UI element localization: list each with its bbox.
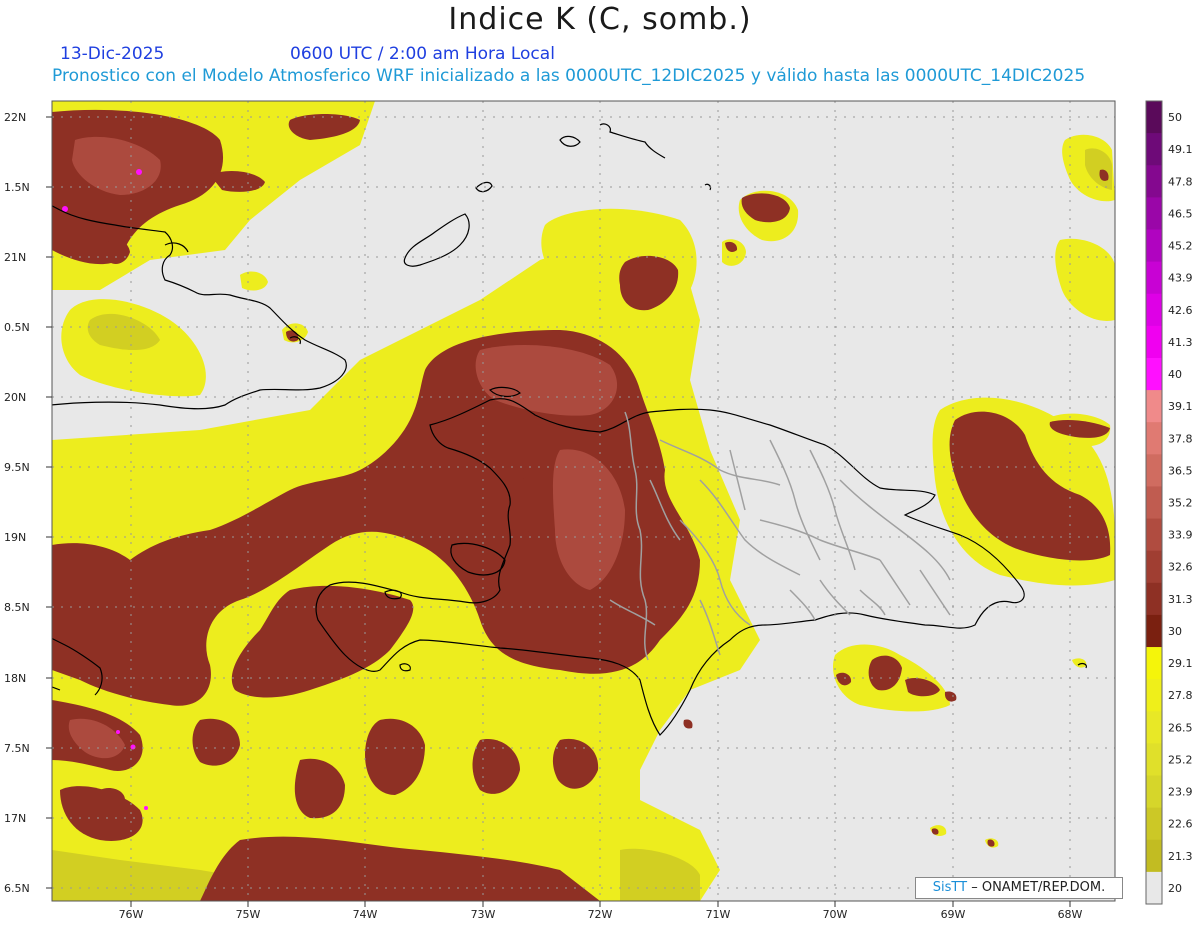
lon-label: 72W (588, 908, 613, 921)
colorbar-swatch (1146, 775, 1162, 809)
map-canvas[interactable]: 22N 1.5N 21N 0.5N 20N 9.5N 19N 8.5N 18N … (0, 0, 1200, 927)
lat-label: 21N (4, 251, 26, 264)
colorbar-label: 22.6 (1168, 818, 1193, 831)
colorbar-label: 27.8 (1168, 689, 1193, 702)
lat-label: 6.5N (4, 882, 30, 895)
lat-label: 22N (4, 111, 26, 124)
colorbar-label: 37.8 (1168, 432, 1193, 445)
colorbar-label: 21.3 (1168, 850, 1193, 863)
colorbar-label: 29.1 (1168, 657, 1193, 670)
lat-label: 19N (4, 531, 26, 544)
colorbar-label: 23.9 (1168, 786, 1193, 799)
lon-label: 74W (353, 908, 378, 921)
colorbar-swatch (1146, 454, 1162, 487)
colorbar-swatch (1146, 422, 1162, 455)
lon-label: 71W (706, 908, 731, 921)
credit-box: SisTT – ONAMET/REP.DOM. (915, 877, 1123, 899)
colorbar-swatch (1146, 101, 1162, 134)
colorbar-label: 42.6 (1168, 304, 1193, 317)
colorbar-label: 39.1 (1168, 400, 1193, 413)
colorbar-label: 50 (1168, 111, 1182, 124)
colorbar-label: 25.2 (1168, 753, 1193, 766)
colorbar-swatch (1146, 165, 1162, 198)
colorbar-swatch (1146, 261, 1162, 295)
colorbar-swatch (1146, 197, 1162, 230)
colorbar-label: 31.3 (1168, 593, 1193, 606)
lat-label: 18N (4, 672, 26, 685)
colorbar-label: 46.5 (1168, 207, 1193, 220)
colorbar-swatch (1146, 647, 1162, 680)
colorbar-swatch (1146, 325, 1162, 359)
lat-label: 20N (4, 391, 26, 404)
colorbar-swatch (1146, 871, 1162, 905)
lat-label: 7.5N (4, 742, 30, 755)
colorbar-swatch (1146, 390, 1162, 423)
colorbar-swatch (1146, 133, 1162, 166)
lon-label: 68W (1058, 908, 1083, 921)
lat-label: 9.5N (4, 461, 30, 474)
colorbar-label: 45.2 (1168, 240, 1193, 253)
colorbar-label: 43.9 (1168, 272, 1193, 285)
colorbar-label: 35.2 (1168, 497, 1193, 510)
latitude-labels: 22N 1.5N 21N 0.5N 20N 9.5N 19N 8.5N 18N … (4, 111, 30, 895)
colorbar-label: 36.5 (1168, 464, 1193, 477)
lat-label: 0.5N (4, 321, 30, 334)
colorbar-label: 33.9 (1168, 529, 1193, 542)
colorbar-label: 20 (1168, 882, 1182, 895)
lat-label: 17N (4, 812, 26, 825)
lon-label: 69W (941, 908, 966, 921)
colorbar-label: 40 (1168, 368, 1182, 381)
colorbar-swatch (1146, 229, 1162, 263)
lat-label: 1.5N (4, 181, 30, 194)
colorbar-swatch (1146, 293, 1162, 327)
colorbar-label: 47.8 (1168, 175, 1193, 188)
colorbar-swatch (1146, 743, 1162, 777)
colorbar-swatch (1146, 582, 1162, 616)
colorbar-swatch (1146, 357, 1162, 391)
lat-label: 8.5N (4, 601, 30, 614)
lon-label: 75W (236, 908, 261, 921)
lon-label: 76W (119, 908, 144, 921)
colorbar: 50 49.1 47.8 46.5 45.2 43.9 42.6 41.3 40 39.1 37.8… (1145, 100, 1193, 905)
colorbar-label: 41.3 (1168, 336, 1193, 349)
lon-label: 70W (823, 908, 848, 921)
colorbar-swatch (1146, 486, 1162, 520)
colorbar-label: 30 (1168, 625, 1182, 638)
colorbar-label: 32.6 (1168, 561, 1193, 574)
lon-label: 73W (471, 908, 496, 921)
longitude-labels: 76W 75W 74W 73W 72W 71W 70W 69W 68W (119, 908, 1083, 921)
sistt-logo: SisTT (932, 880, 968, 895)
colorbar-label: 26.5 (1168, 721, 1193, 734)
credit-text: – ONAMET/REP.DOM. (971, 880, 1106, 895)
colorbar-swatch (1146, 550, 1162, 584)
colorbar-swatch (1146, 839, 1162, 873)
colorbar-label: 49.1 (1168, 143, 1193, 156)
colorbar-swatch (1146, 614, 1162, 648)
colorbar-swatch (1146, 807, 1162, 841)
colorbar-swatch (1146, 518, 1162, 552)
colorbar-swatch (1146, 679, 1162, 712)
colorbar-swatch (1146, 711, 1162, 744)
